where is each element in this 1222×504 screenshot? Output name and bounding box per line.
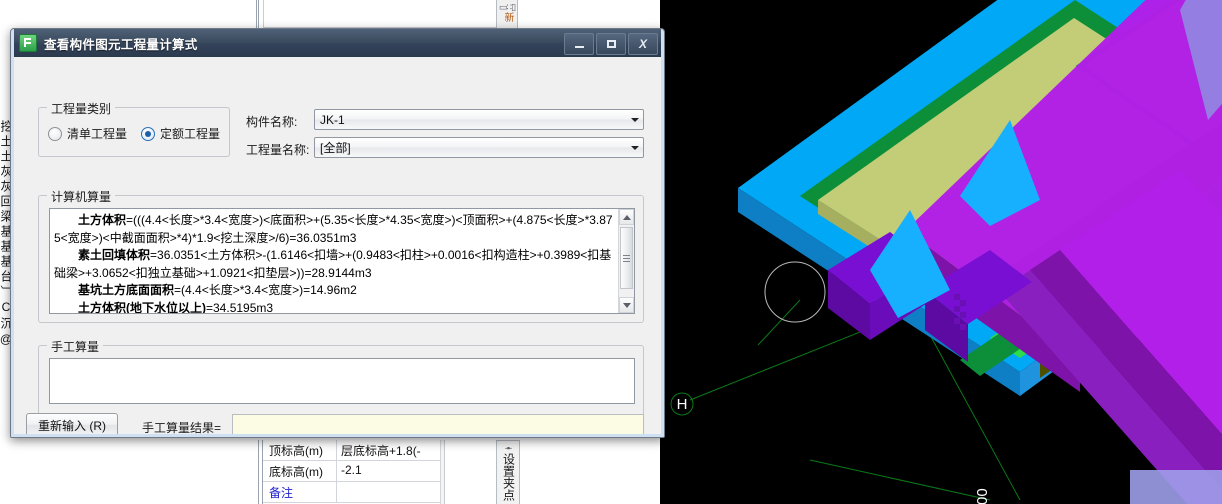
dialog-title: 查看构件图元工程量计算式 (44, 37, 198, 52)
quantity-name-label: 工程量名称: (246, 143, 310, 157)
formula-line: 土方体积=(((4.4<长度>*3.4<宽度>)<底面积>+(5.35<长度>*… (54, 212, 614, 247)
screen-root: ▭∷▯ 新 挖土土灰灰回梁基基基台〕C沉@ 顶标高(m) 层底标高+1.8(- … (0, 0, 1222, 504)
formula-content: 土方体积=(((4.4<长度>*3.4<宽度>)<底面积>+(5.35<长度>*… (54, 212, 614, 314)
formula-name: 基坑土方底面面积 (78, 283, 175, 297)
minimize-button[interactable] (564, 33, 594, 55)
3d-viewport[interactable]: H 00 (660, 0, 1222, 504)
scrollbar-thumb[interactable] (620, 227, 633, 289)
quantity-name-value: [全部] (320, 141, 351, 155)
quantity-formula-dialog: 查看构件图元工程量计算式 X 工程量类别 清单工程量 定额工程量 构件名称: J… (10, 28, 665, 438)
chevron-down-icon[interactable] (626, 110, 643, 129)
vertical-tab-top[interactable]: ▭∷▯ 新 (496, 0, 518, 30)
background-top-panel (258, 0, 508, 30)
dialog-titlebar[interactable]: 查看构件图元工程量计算式 X (11, 29, 664, 58)
vertical-tab-set-grip[interactable]: -▪- 设置夹点 (496, 440, 520, 504)
radio-icon-selected (141, 126, 156, 141)
formula-line: 素土回填体积=36.0351<土方体积>-(1.6146<扣墙>+(0.9483… (54, 247, 614, 282)
radio-quota-quantity-label: 定额工程量 (160, 127, 221, 141)
app-icon (19, 34, 37, 52)
formula-textarea[interactable]: 土方体积=(((4.4<长度>*3.4<宽度>)<底面积>+(5.35<长度>*… (49, 208, 635, 314)
scroll-down-icon[interactable] (619, 297, 634, 313)
formula-expression: =(4.4<长度>*3.4<宽度>)=14.96m2 (174, 283, 357, 297)
property-grid-right-edge (444, 440, 497, 504)
background-divider-left (256, 0, 257, 30)
formula-expression: =34.5195m3 (206, 300, 274, 314)
radio-bill-quantity[interactable]: 清单工程量 (48, 125, 127, 142)
manual-input-textarea[interactable] (49, 358, 635, 404)
formula-name: 土方体积 (78, 213, 127, 227)
window-controls: X (564, 33, 658, 55)
component-name-value: JK-1 (320, 112, 345, 127)
vertical-tab-bottom-label: 设置夹点 (501, 453, 516, 501)
formula-scrollbar[interactable] (618, 209, 634, 313)
formula-line: 土方体积(地下水位以上)=34.5195m3 (54, 300, 614, 314)
property-key: 备注 (263, 482, 337, 502)
radio-bill-quantity-label: 清单工程量 (67, 127, 128, 141)
formula-line: 基坑土方底面面积=(4.4<长度>*3.4<宽度>)=14.96m2 (54, 282, 614, 300)
manual-result-label: 手工算量结果= (142, 421, 222, 435)
maximize-button[interactable] (596, 33, 626, 55)
quantity-name-combo[interactable]: [全部] (314, 137, 644, 158)
panel-icon: ▭∷▯ (498, 2, 516, 12)
dialog-body: 工程量类别 清单工程量 定额工程量 构件名称: JK-1 工程量名称: [全部]… (14, 57, 661, 437)
component-name-combo[interactable]: JK-1 (314, 109, 644, 130)
background-top-panel-inner (263, 0, 503, 28)
background-divider-propgrid-left (258, 440, 259, 504)
property-key: 底标高(m) (263, 461, 337, 481)
quantity-category-title: 工程量类别 (47, 100, 116, 117)
property-key: 顶标高(m) (263, 440, 337, 460)
grip-icon (623, 254, 630, 262)
computer-calculation-group: 计算机算量 土方体积=(((4.4<长度>*3.4<宽度>)<底面积>+(5.3… (38, 188, 644, 323)
formula-expression: =(((4.4<长度>*3.4<宽度>)<底面积>+(5.35<长度>*4.35… (54, 213, 613, 245)
radio-icon (48, 126, 62, 141)
close-button[interactable]: X (628, 33, 658, 55)
chevron-down-icon[interactable] (626, 138, 643, 157)
grip-icon: -▪- (504, 443, 512, 453)
formula-name: 土方体积(地下水位以上) (78, 300, 206, 314)
quantity-category-group: 工程量类别 清单工程量 定额工程量 (38, 100, 230, 157)
scroll-up-icon[interactable] (619, 209, 634, 225)
computer-calculation-title: 计算机算量 (47, 188, 116, 205)
dimension-text: 00 (974, 488, 991, 504)
axis-label-h: H (677, 396, 688, 413)
component-name-label: 构件名称: (246, 115, 298, 129)
reinput-button[interactable]: 重新输入 (R) (26, 413, 118, 437)
vertical-tab-top-label: 新 (502, 12, 513, 22)
3d-model-render: H 00 (660, 0, 1222, 504)
formula-name: 素土回填体积 (78, 248, 151, 262)
radio-quota-quantity[interactable]: 定额工程量 (141, 125, 220, 142)
manual-calculation-title: 手工算量 (47, 338, 104, 355)
manual-result-field[interactable] (232, 414, 644, 436)
quantity-category-options: 清单工程量 定额工程量 (48, 125, 220, 142)
